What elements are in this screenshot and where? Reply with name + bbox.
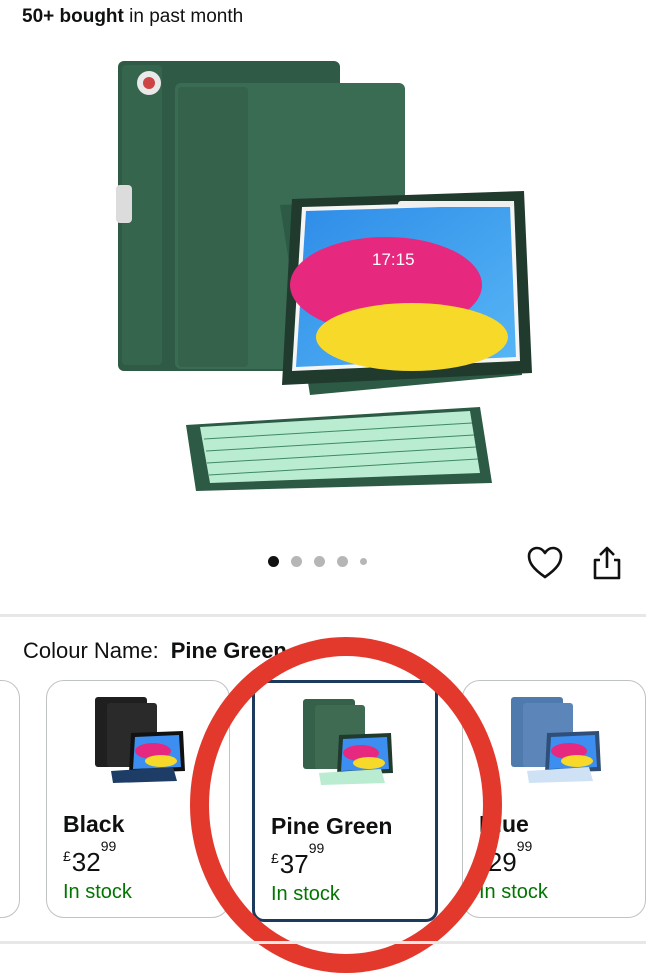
product-image[interactable]: 17:15	[100, 55, 540, 505]
variant-card-blue[interactable]: Blue £2999 In stock	[462, 680, 646, 918]
variant-card-partial[interactable]	[0, 680, 20, 918]
variant-thumbnail	[303, 699, 393, 785]
bought-count-text: 50+ bought in past month	[22, 6, 243, 28]
variant-price: £3799	[271, 840, 325, 879]
variant-thumbnail	[511, 697, 601, 783]
gallery-dot-3[interactable]	[314, 556, 325, 567]
variant-name: Black	[63, 811, 125, 837]
variant-stock-status: In stock	[63, 881, 132, 903]
share-icon[interactable]	[590, 544, 624, 582]
section-divider-bottom	[0, 941, 646, 944]
gallery-dot-2[interactable]	[291, 556, 302, 567]
variant-price: £3299	[63, 838, 117, 877]
variant-thumbnail	[95, 697, 185, 783]
variant-card-pine-green[interactable]: Pine Green £3799 In stock	[252, 680, 438, 922]
variant-stock-status: In stock	[271, 883, 340, 905]
variant-card-black[interactable]: Black £3299 In stock	[46, 680, 230, 918]
gallery-dot-4[interactable]	[337, 556, 348, 567]
variant-name: Blue	[479, 811, 529, 837]
gallery-dot-5[interactable]	[360, 558, 367, 565]
variant-stock-status: In stock	[479, 881, 548, 903]
colour-name-row: Colour Name: Pine Green	[23, 638, 287, 664]
bought-count-bold: 50+ bought	[22, 6, 124, 27]
colour-variant-carousel[interactable]: Black £3299 In stock Pine Green £3799 In…	[0, 680, 646, 922]
heart-icon[interactable]	[526, 545, 564, 581]
bought-count-rest: in past month	[123, 6, 244, 27]
variant-price: £2999	[479, 838, 533, 877]
variant-name: Pine Green	[271, 813, 393, 839]
gallery-pagination	[268, 556, 367, 567]
svg-text:17:15: 17:15	[372, 250, 415, 269]
colour-name-label: Colour Name:	[23, 638, 159, 663]
colour-name-value: Pine Green	[170, 638, 287, 663]
gallery-dot-1[interactable]	[268, 556, 279, 567]
section-divider	[0, 614, 646, 617]
